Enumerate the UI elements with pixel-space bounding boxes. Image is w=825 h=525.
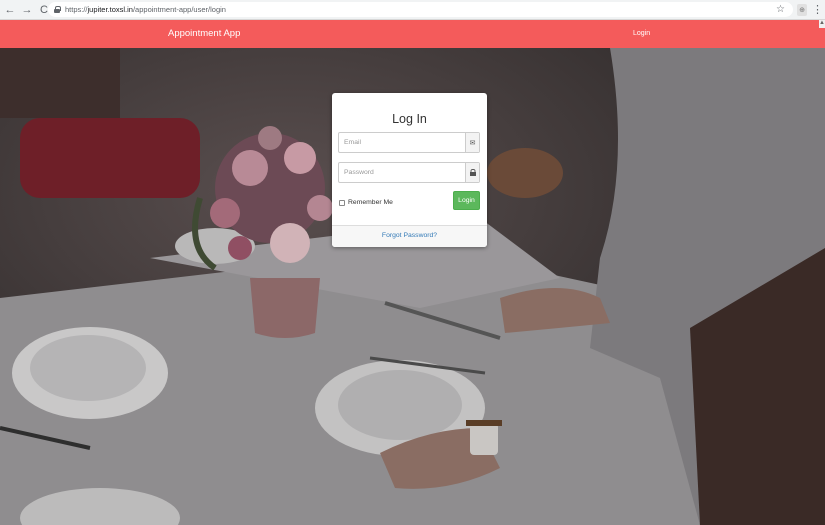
password-input[interactable]: Password [339,163,465,182]
scrollbar-up-arrow[interactable]: ▲ [819,20,825,28]
extension-icon[interactable]: ⊕ [797,4,807,16]
envelope-icon: ✉ [465,133,479,152]
url-host: jupiter.toxsl.in [87,5,133,14]
browser-menu-icon[interactable]: ⋮ [812,3,823,16]
nav-login-link[interactable]: Login [633,30,650,37]
bookmark-star-icon[interactable]: ☆ [776,4,785,15]
email-field[interactable]: Email ✉ [338,132,480,153]
secure-lock-icon [54,6,61,13]
browser-toolbar: ← → C https://jupiter.toxsl.in/appointme… [0,0,825,20]
remember-label: Remember Me [348,199,393,206]
login-title: Log In [392,112,427,126]
forgot-password-link[interactable]: Forgot Password? [332,232,487,239]
brand-link[interactable]: Appointment App [168,28,240,39]
url-scheme: https:// [65,5,88,14]
login-button[interactable]: Login [453,191,480,210]
address-bar[interactable]: https://jupiter.toxsl.in/appointment-app… [48,2,793,17]
app-navbar: Appointment App Login [0,20,825,48]
lock-icon [465,163,479,182]
login-card: Log In Email ✉ Password Remember Me Logi… [332,93,487,247]
back-icon[interactable]: ← [3,3,17,17]
remember-me[interactable]: Remember Me [339,199,393,206]
password-field[interactable]: Password [338,162,480,183]
url-path: /appointment-app/user/login [132,5,226,14]
forward-icon[interactable]: → [20,3,34,17]
email-input[interactable]: Email [339,133,465,152]
remember-checkbox[interactable] [339,199,345,206]
